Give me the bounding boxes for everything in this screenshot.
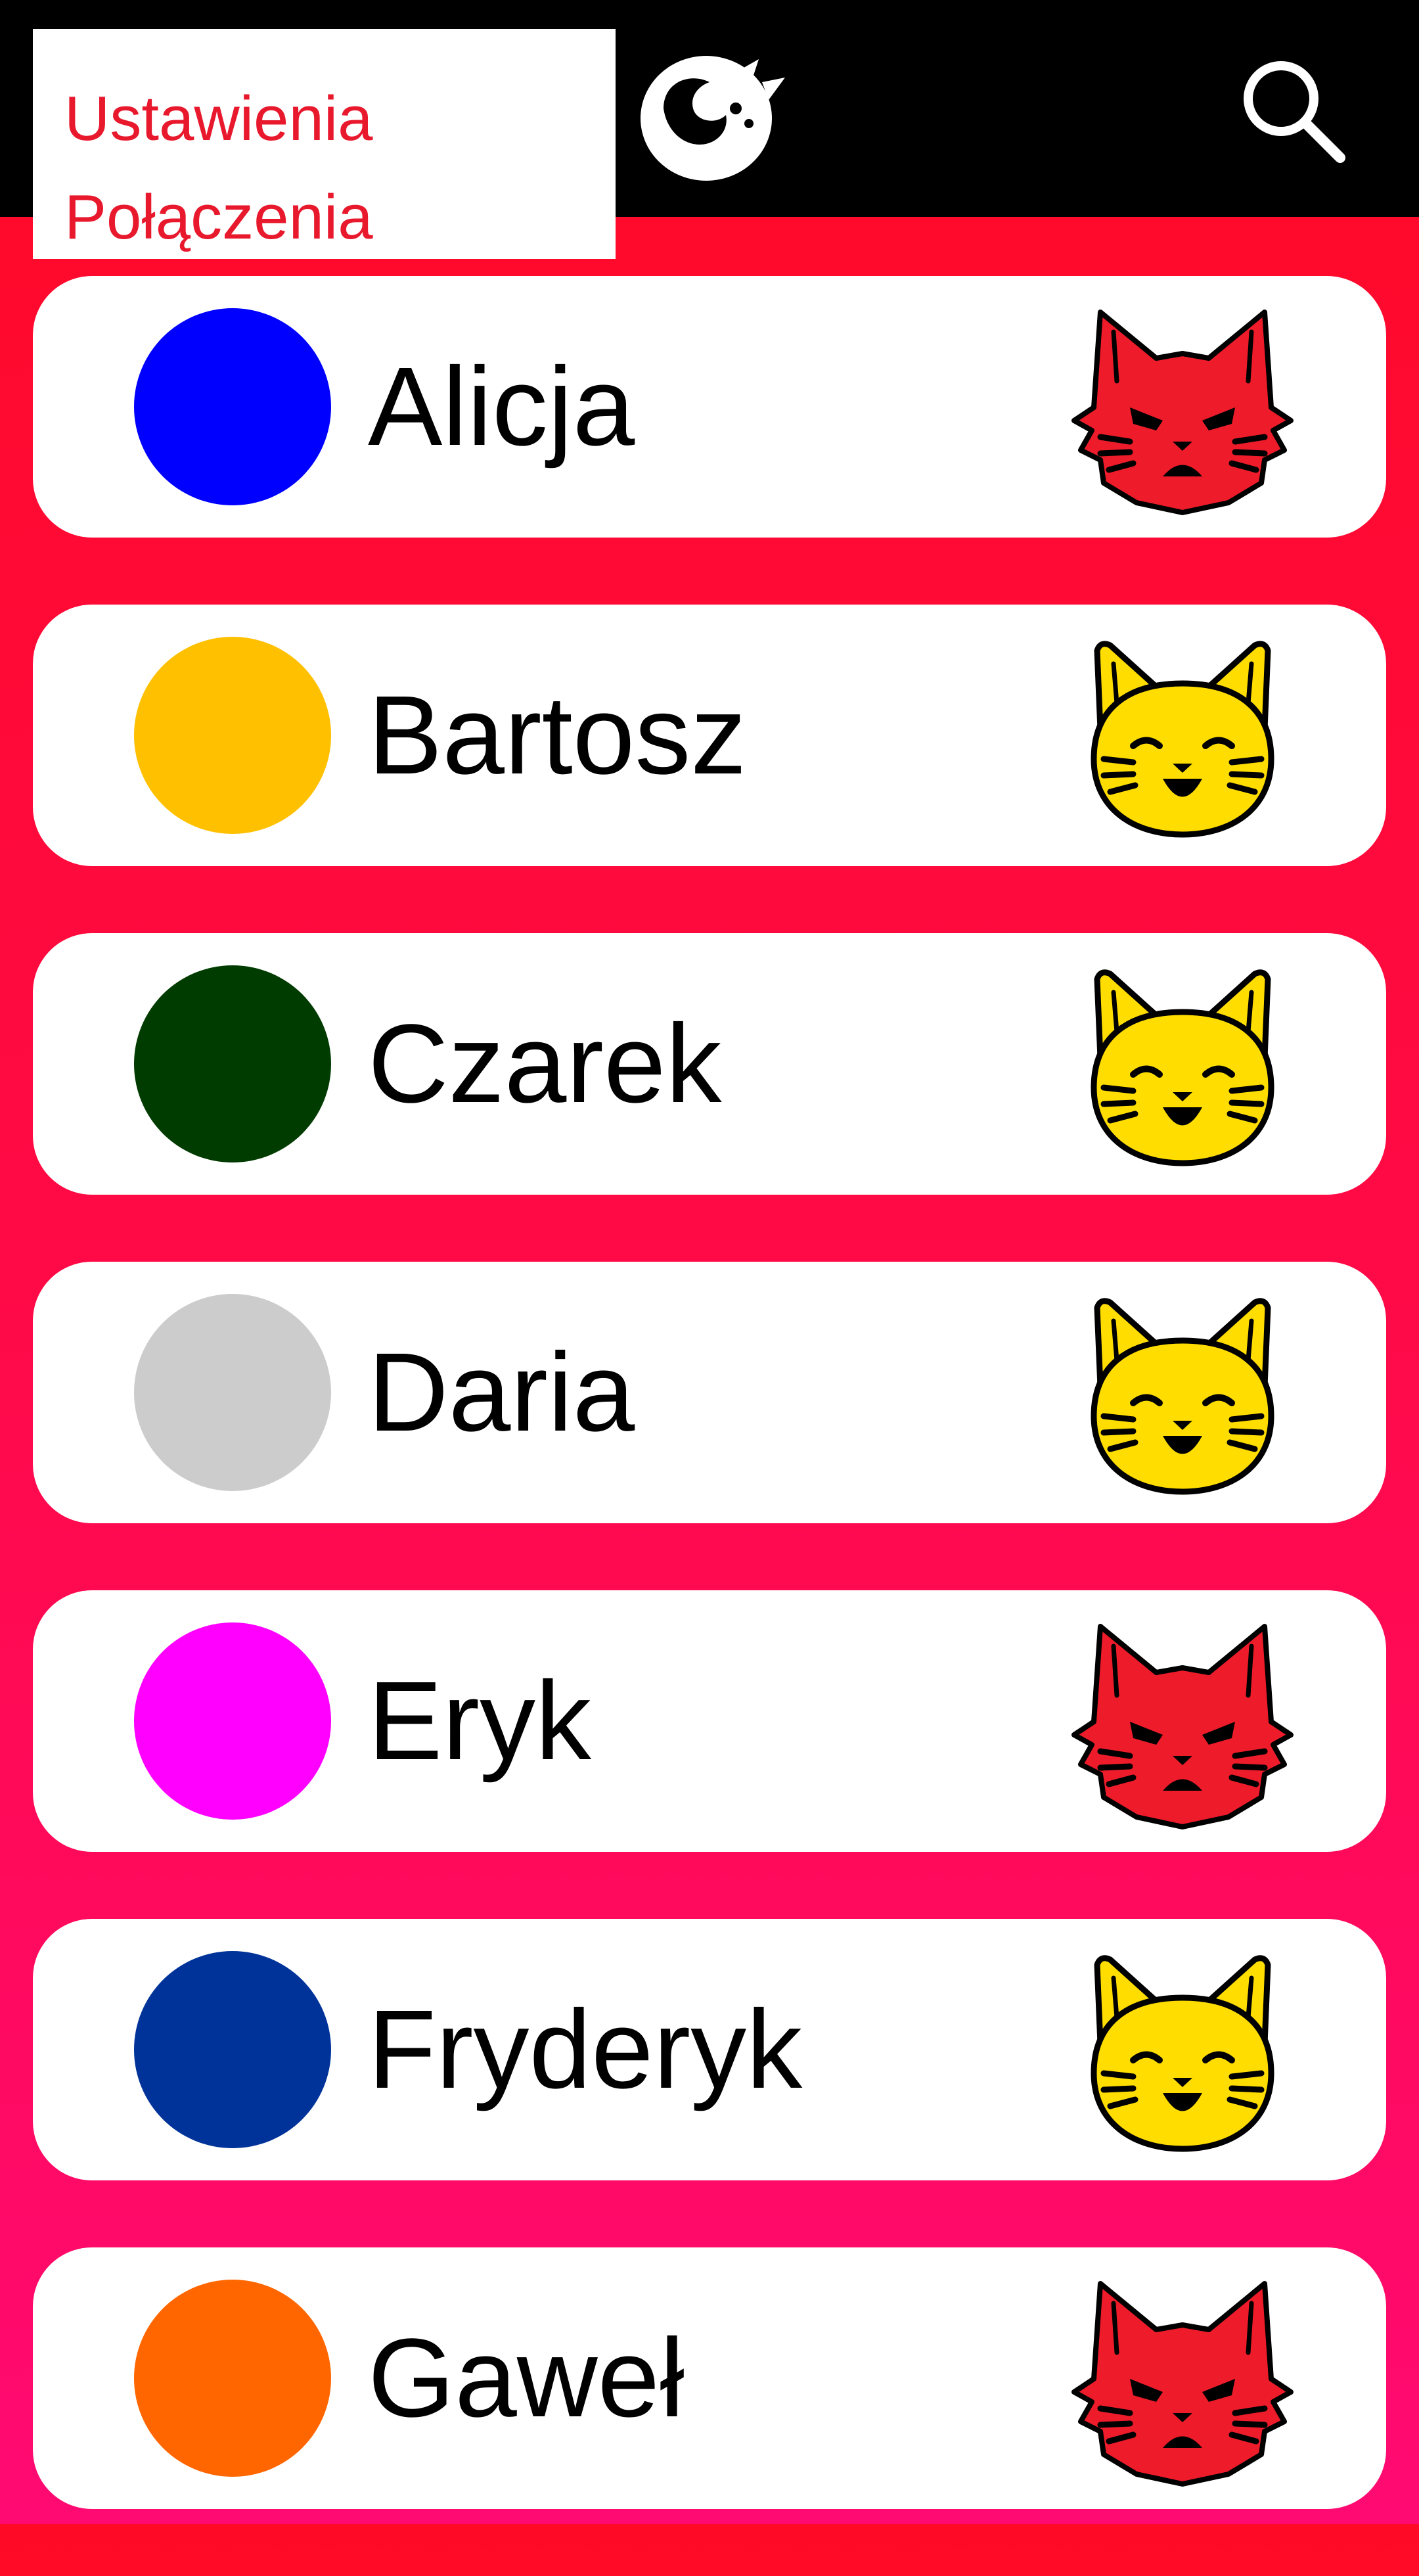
dropdown-menu: Ustawienia Połączenia — [33, 29, 616, 259]
contact-color-dot — [134, 1294, 331, 1491]
angry-cat-icon — [1071, 1624, 1294, 1829]
menu-item-settings[interactable]: Ustawienia — [64, 70, 616, 168]
contact-color-dot — [134, 308, 331, 505]
contact-name: Alicja — [368, 344, 635, 469]
cat-curled-logo-icon[interactable] — [637, 46, 788, 184]
happy-cat-icon — [1091, 1955, 1274, 2152]
contact-name: Eryk — [368, 1659, 591, 1783]
contact-card-fryderyk[interactable]: Fryderyk — [33, 1919, 1386, 2180]
contact-color-dot — [134, 1951, 331, 2148]
contact-name: Czarek — [368, 1001, 722, 1126]
contact-name: Fryderyk — [368, 1987, 803, 2112]
happy-cat-icon — [1091, 969, 1274, 1166]
contact-card-gawel[interactable]: Gaweł — [33, 2247, 1386, 2509]
angry-cat-icon — [1071, 2281, 1294, 2487]
contact-card-eryk[interactable]: Eryk — [33, 1590, 1386, 1852]
search-icon[interactable] — [1235, 53, 1353, 171]
contact-card-daria[interactable]: Daria — [33, 1262, 1386, 1523]
contact-name: Gaweł — [368, 2316, 685, 2441]
angry-cat-icon — [1071, 310, 1294, 515]
menu-item-connections[interactable]: Połączenia — [64, 168, 616, 267]
contact-color-dot — [134, 965, 331, 1162]
contact-card-bartosz[interactable]: Bartosz — [33, 605, 1386, 866]
contact-card-czarek[interactable]: Czarek — [33, 933, 1386, 1195]
contact-color-dot — [134, 2280, 331, 2477]
happy-cat-icon — [1091, 1298, 1274, 1495]
contact-name: Bartosz — [368, 673, 747, 798]
contact-list: Alicja Bartosz Czarek Daria Eryk Frydery… — [33, 276, 1386, 2576]
contact-color-dot — [134, 1622, 331, 1820]
happy-cat-icon — [1091, 641, 1274, 838]
contact-color-dot — [134, 637, 331, 834]
contact-name: Daria — [368, 1330, 635, 1455]
contact-card-alicja[interactable]: Alicja — [33, 276, 1386, 538]
